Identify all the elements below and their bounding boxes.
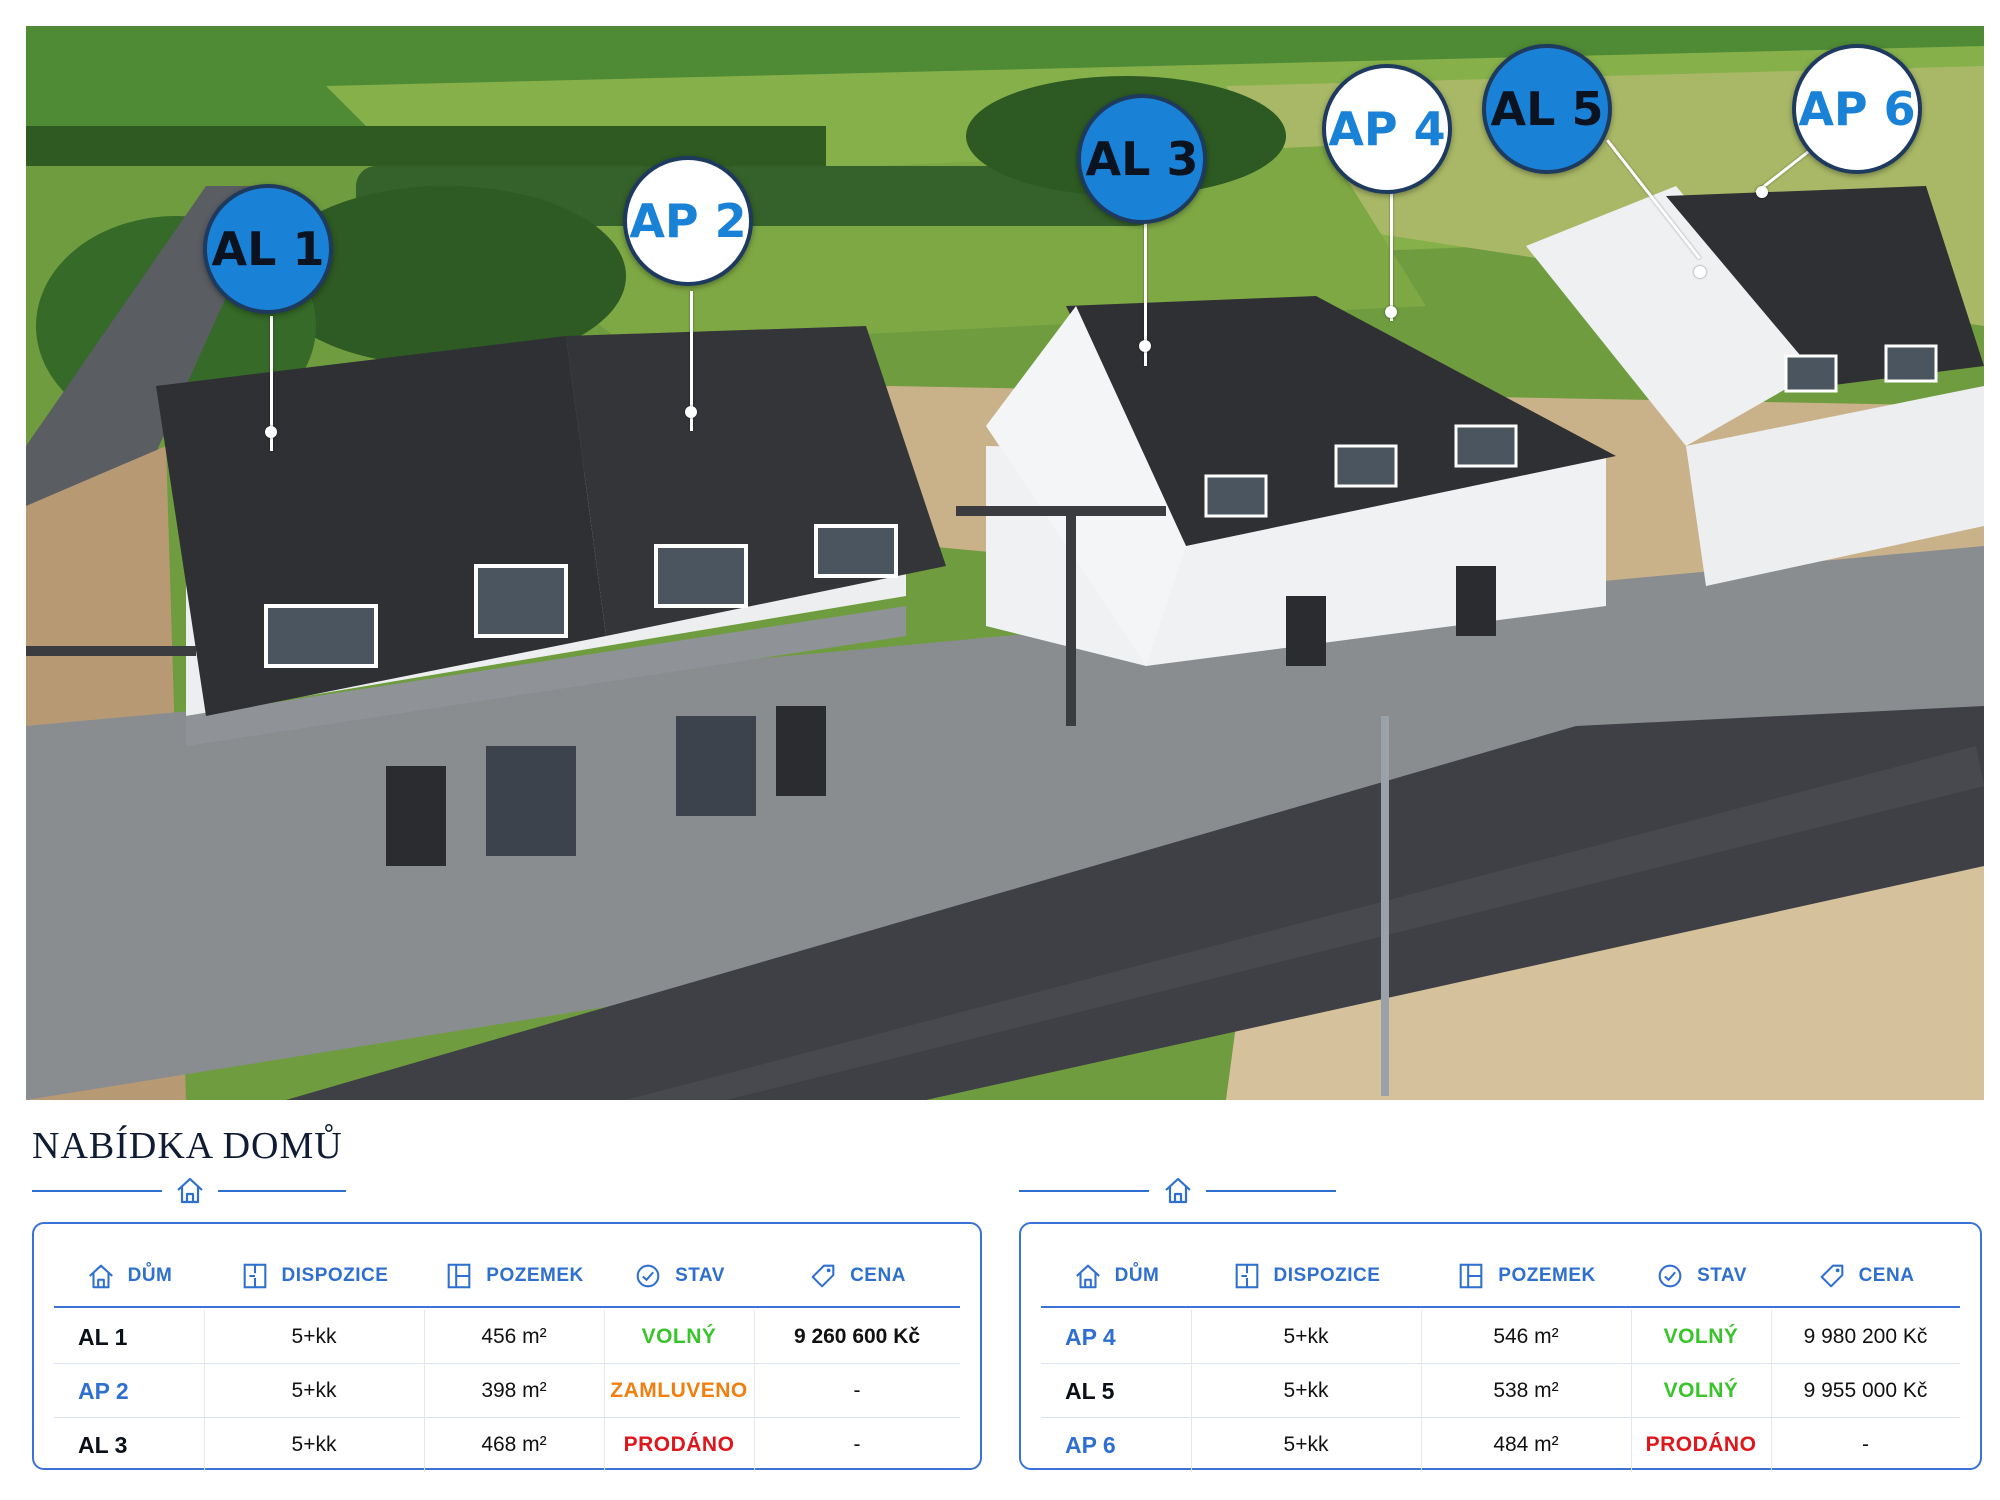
col-pozemek-label: POZEMEK <box>1498 1265 1596 1286</box>
divider-left-a <box>32 1190 162 1192</box>
cell-dum: AL 1 <box>78 1323 128 1350</box>
cell-cena: - <box>853 1379 861 1402</box>
col-dum: DŮM <box>54 1244 204 1308</box>
cell-pozemek: 398 m² <box>481 1379 547 1402</box>
table-row[interactable]: AL 3 5+kk 468 m² PRODÁNO - <box>54 1418 960 1472</box>
offer-table-right: DŮM DISPOZICE POZEMEK STAV CENA AP 4 5+k… <box>1019 1222 1982 1472</box>
cell-cena: - <box>853 1433 861 1456</box>
pin-dot-ap6 <box>1756 186 1768 198</box>
table-header: DŮM DISPOZICE POZEMEK STAV CENA <box>54 1244 960 1308</box>
col-cena-label: CENA <box>850 1265 906 1286</box>
cell-dum: AP 2 <box>78 1377 129 1404</box>
cell-stav: VOLNÝ <box>1663 1325 1739 1348</box>
col-dum-label: DŮM <box>1114 1265 1160 1286</box>
table-row[interactable]: AP 6 5+kk 484 m² PRODÁNO - <box>1041 1418 1960 1472</box>
col-cena: CENA <box>1771 1244 1960 1308</box>
pin-dot-ap4 <box>1385 306 1397 318</box>
cell-stav: ZAMLUVENO <box>610 1379 748 1402</box>
col-cena-label: CENA <box>1858 1265 1915 1286</box>
cell-dum: AL 3 <box>78 1431 128 1458</box>
col-stav-label: STAV <box>1697 1265 1747 1286</box>
pin-dot-al1 <box>265 426 277 438</box>
cell-stav: PRODÁNO <box>1645 1433 1757 1456</box>
col-stav: STAV <box>1631 1244 1771 1308</box>
floorplan-icon <box>1235 1263 1258 1289</box>
col-pozemek: POZEMEK <box>1421 1244 1631 1308</box>
price-tag-icon <box>811 1264 835 1288</box>
house-icon <box>1075 1264 1100 1289</box>
house-badge-ap6[interactable]: AP 6 <box>1792 44 1922 174</box>
cell-cena: 9 955 000 Kč <box>1803 1379 1928 1402</box>
col-pozemek: POZEMEK <box>424 1244 604 1308</box>
check-circle-icon <box>1658 1264 1682 1288</box>
cell-pozemek: 546 m² <box>1493 1325 1559 1348</box>
section-title: NABÍDKA DOMŮ <box>32 1125 343 1167</box>
cell-pozemek: 538 m² <box>1493 1379 1559 1402</box>
table-row[interactable]: AL 5 5+kk 538 m² VOLNÝ 9 955 000 Kč <box>1041 1364 1960 1418</box>
house-badge-ap4[interactable]: AP 4 <box>1322 64 1452 194</box>
col-pozemek-label: POZEMEK <box>486 1265 584 1286</box>
cell-stav: PRODÁNO <box>623 1433 735 1456</box>
house-icon <box>177 1177 203 1204</box>
cell-dispozice: 5+kk <box>291 1379 337 1402</box>
table-row[interactable]: AP 2 5+kk 398 m² ZAMLUVENO - <box>54 1364 960 1418</box>
cell-dum: AP 4 <box>1065 1323 1116 1350</box>
aerial-photo: AL 1 AP 2 AL 3 AP 4 AL 5 AP 6 <box>26 26 1984 1100</box>
pin-dot-al5 <box>1694 266 1706 278</box>
col-dispozice: DISPOZICE <box>204 1244 424 1308</box>
col-cena: CENA <box>754 1244 960 1308</box>
col-dispozice: DISPOZICE <box>1191 1244 1421 1308</box>
check-circle-icon <box>636 1264 660 1288</box>
cell-stav: VOLNÝ <box>1663 1379 1739 1402</box>
pin-dot-al3 <box>1139 340 1151 352</box>
plot-icon <box>447 1263 471 1289</box>
house-badge-al5[interactable]: AL 5 <box>1482 44 1612 174</box>
col-stav: STAV <box>604 1244 754 1308</box>
col-dispozice-label: DISPOZICE <box>281 1265 389 1286</box>
table-row[interactable]: AL 1 5+kk 456 m² VOLNÝ 9 260 600 Kč <box>54 1310 960 1364</box>
pin-dot-ap2 <box>685 406 697 418</box>
floorplan-icon <box>243 1263 266 1289</box>
cell-dispozice: 5+kk <box>291 1433 337 1456</box>
cell-pozemek: 456 m² <box>481 1325 547 1348</box>
cell-dispozice: 5+kk <box>291 1325 337 1348</box>
pin-line-ap4 <box>1390 191 1393 321</box>
divider-left-b <box>218 1190 346 1192</box>
cell-dispozice: 5+kk <box>1283 1325 1329 1348</box>
divider-right-b <box>1206 1190 1336 1192</box>
col-dum: DŮM <box>1041 1244 1191 1308</box>
cell-dum: AL 5 <box>1065 1377 1115 1404</box>
cell-pozemek: 468 m² <box>481 1433 547 1456</box>
col-dispozice-label: DISPOZICE <box>1273 1265 1381 1286</box>
price-tag-icon <box>1820 1264 1843 1288</box>
cell-pozemek: 484 m² <box>1493 1433 1559 1456</box>
house-badge-al1[interactable]: AL 1 <box>203 184 333 314</box>
houses-scene-image <box>26 26 1984 1100</box>
cell-dum: AP 6 <box>1065 1431 1116 1458</box>
cell-dispozice: 5+kk <box>1283 1379 1329 1402</box>
col-dum-label: DŮM <box>127 1265 173 1286</box>
house-icon <box>1165 1177 1191 1204</box>
cell-stav: VOLNÝ <box>641 1325 717 1348</box>
cell-cena: 9 980 200 Kč <box>1803 1325 1928 1348</box>
cell-dispozice: 5+kk <box>1283 1433 1329 1456</box>
table-row[interactable]: AP 4 5+kk 546 m² VOLNÝ 9 980 200 Kč <box>1041 1310 1960 1364</box>
col-stav-label: STAV <box>675 1265 725 1286</box>
plot-icon <box>1459 1263 1483 1289</box>
table-header: DŮM DISPOZICE POZEMEK STAV CENA <box>1041 1244 1960 1308</box>
cell-cena: - <box>1862 1433 1869 1456</box>
house-badge-ap2[interactable]: AP 2 <box>623 156 753 286</box>
house-badge-al3[interactable]: AL 3 <box>1077 94 1207 224</box>
offer-table-left: DŮM DISPOZICE POZEMEK STAV CENA AL 1 5+k… <box>32 1222 982 1472</box>
house-icon <box>88 1264 113 1289</box>
cell-cena: 9 260 600 Kč <box>793 1325 921 1348</box>
divider-right-a <box>1019 1190 1149 1192</box>
